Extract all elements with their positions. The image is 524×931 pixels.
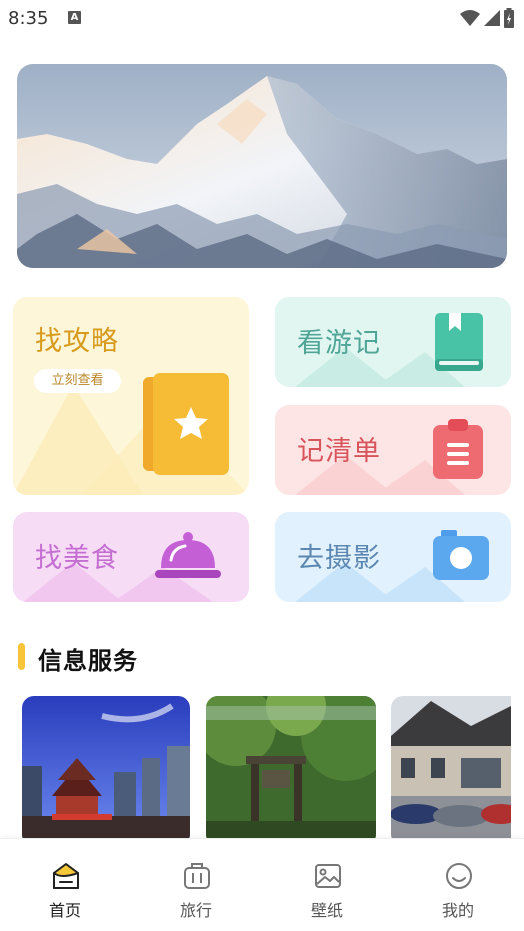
tab-home[interactable]: 首页 xyxy=(15,839,115,931)
status-icons xyxy=(460,8,514,28)
checklist-card-title: 记清单 xyxy=(297,436,381,467)
a-icon: A xyxy=(68,11,81,24)
travelogue-card[interactable]: 看游记 xyxy=(275,297,511,387)
section-title: 信息服务 xyxy=(38,647,138,675)
section-accent-bar xyxy=(18,643,25,670)
snowy-mountain-photo xyxy=(17,64,507,268)
tab-travel-label: 旅行 xyxy=(179,901,212,920)
battery-icon xyxy=(504,8,514,28)
guide-card[interactable]: 找攻略 xyxy=(13,297,249,495)
tab-home-label: 首页 xyxy=(48,901,81,920)
home-icon xyxy=(53,863,79,889)
photo-card-title: 去摄影 xyxy=(297,543,381,574)
travelogue-card-title: 看游记 xyxy=(297,328,381,359)
clipboard-icon xyxy=(433,419,483,479)
info-card-1[interactable] xyxy=(22,696,190,846)
tab-mine[interactable]: 我的 xyxy=(408,839,508,931)
forest-gate-photo xyxy=(206,696,376,846)
tab-travel[interactable]: 旅行 xyxy=(146,839,246,931)
tab-wallpaper[interactable]: 壁纸 xyxy=(277,839,377,931)
book-icon xyxy=(435,313,483,371)
tab-mine-label: 我的 xyxy=(441,901,474,920)
food-card-title: 找美食 xyxy=(35,543,119,574)
food-card[interactable]: 找美食 xyxy=(13,512,249,602)
checklist-card[interactable]: 记清单 xyxy=(275,405,511,495)
wifi-icon xyxy=(460,10,480,26)
view-now-button[interactable]: 立刻查看 xyxy=(34,369,121,393)
camera-icon xyxy=(433,530,489,580)
info-card-3[interactable] xyxy=(391,696,511,846)
food-cloche-icon xyxy=(155,532,221,578)
star-book-icon xyxy=(143,373,229,475)
bottom-tab-bar: 首页 旅行 壁纸 我的 xyxy=(0,838,524,931)
luggage-icon xyxy=(184,863,210,889)
info-card-2[interactable] xyxy=(206,696,376,846)
smile-icon xyxy=(446,863,472,889)
banner-image[interactable] xyxy=(17,64,507,268)
tab-wallpaper-label: 壁纸 xyxy=(310,901,343,920)
city-pavilion-photo xyxy=(22,696,190,846)
picture-icon xyxy=(315,864,341,888)
photo-card[interactable]: 去摄影 xyxy=(275,512,511,602)
status-bar: 8:35 A xyxy=(0,0,524,36)
signal-icon xyxy=(484,10,500,26)
status-time: 8:35 xyxy=(8,8,49,29)
house-cars-photo xyxy=(391,696,511,846)
